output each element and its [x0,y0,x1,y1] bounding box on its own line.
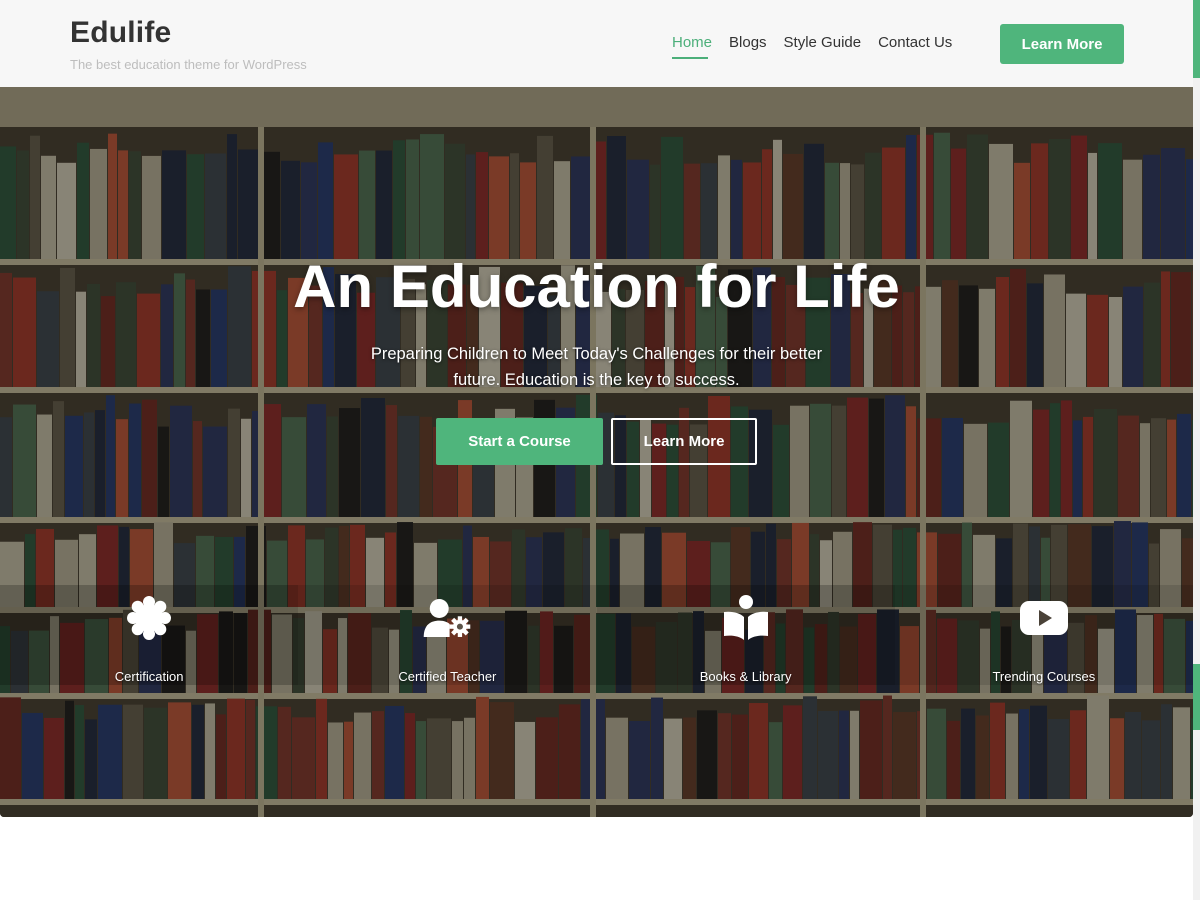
hero-section: An Education for Life Preparing Children… [0,87,1193,817]
scrollbar-marker [1193,664,1200,730]
brand: Edulife The best education theme for Wor… [70,16,307,72]
book-reader-icon [721,593,771,643]
site-header: Edulife The best education theme for Wor… [0,0,1193,87]
certificate-seal-icon [124,593,174,643]
feature-label: Trending Courses [992,669,1096,684]
site-tagline: The best education theme for WordPress [70,57,307,72]
user-gear-icon [422,593,472,643]
feature-certification[interactable]: Certification [0,585,299,685]
hero-subtitle: Preparing Children to Meet Today's Chall… [370,345,823,389]
feature-label: Books & Library [699,669,792,684]
feature-label: Certified Teacher [398,669,497,684]
feature-strip: Certification Certified Teacher Books & … [0,585,1193,685]
nav-item-contact-us[interactable]: Contact Us [878,34,952,57]
nav-item-home[interactable]: Home [672,34,712,59]
nav-item-blogs[interactable]: Blogs [729,34,767,57]
youtube-play-icon [1019,593,1069,643]
feature-books-library[interactable]: Books & Library [596,585,895,685]
feature-label: Certification [114,669,184,684]
page-scrollbar[interactable] [1193,0,1200,900]
start-course-button[interactable]: Start a Course [436,418,603,465]
site-title[interactable]: Edulife [70,16,307,50]
nav-item-style-guide[interactable]: Style Guide [784,34,862,57]
feature-certified-teacher[interactable]: Certified Teacher [298,585,597,685]
hero-learn-more-button[interactable]: Learn More [611,418,757,465]
feature-trending-courses[interactable]: Trending Courses [894,585,1193,685]
main-nav: Home Blogs Style Guide Contact Us [672,34,952,59]
header-learn-more-button[interactable]: Learn More [1000,24,1124,64]
hero-title: An Education for Life [293,253,900,320]
scrollbar-marker [1193,0,1200,78]
